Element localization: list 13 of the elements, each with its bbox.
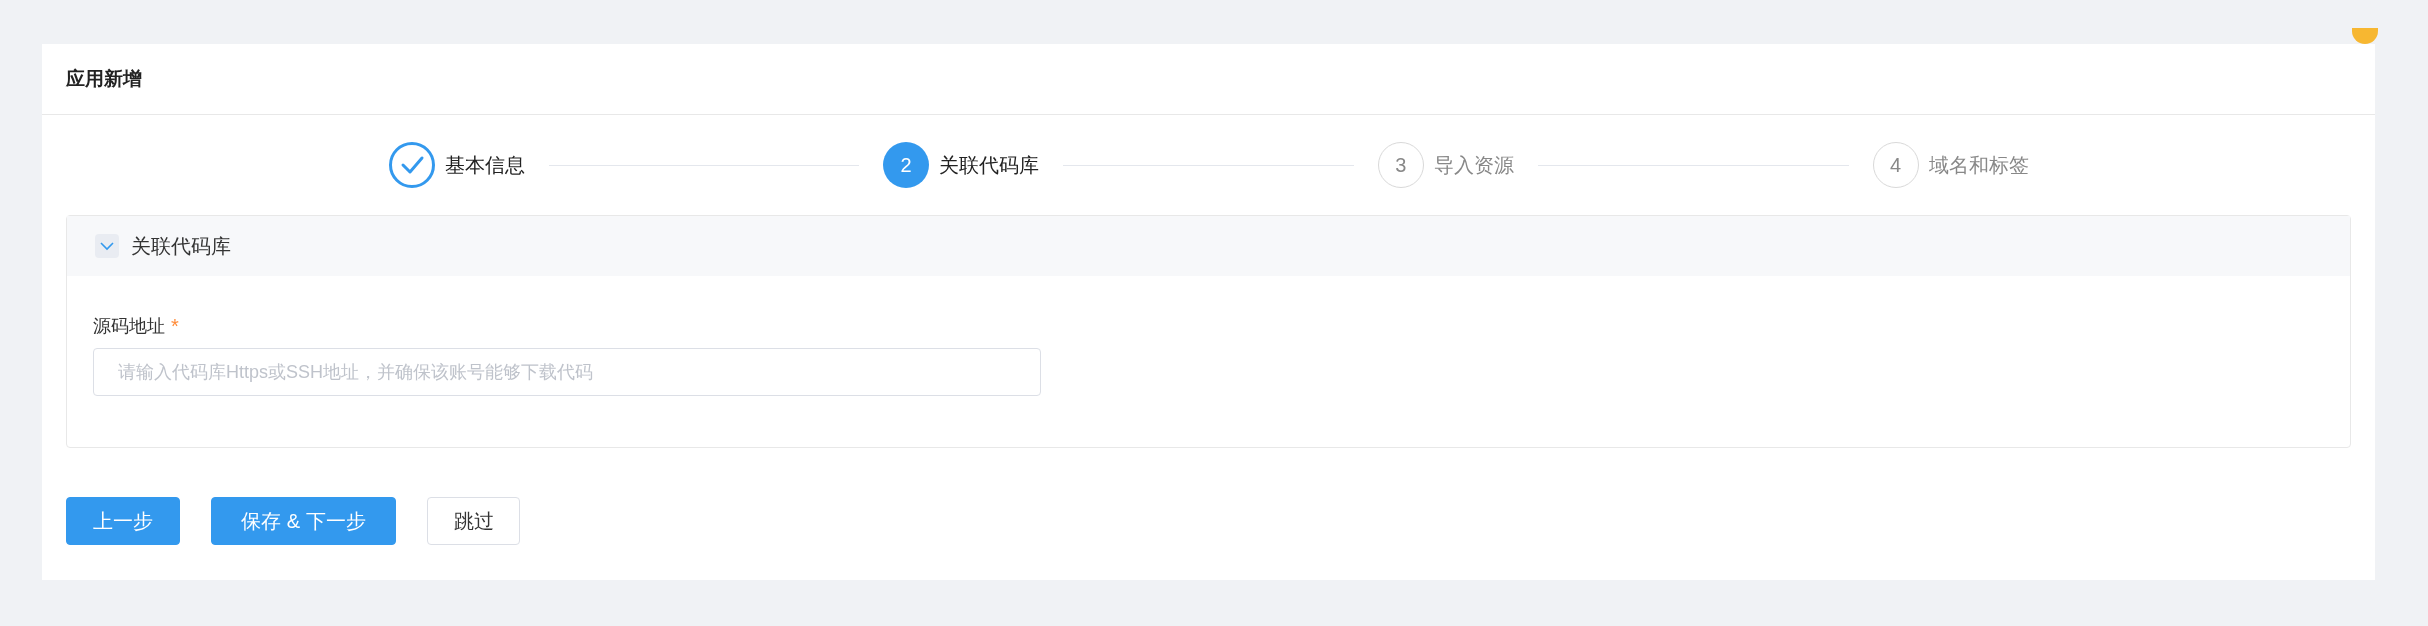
step-label: 导入资源 xyxy=(1433,153,1514,178)
chevron-icon[interactable] xyxy=(95,234,119,258)
step-label: 域名和标签 xyxy=(1928,153,2029,178)
field-label: 源码地址 xyxy=(93,314,165,338)
step-label: 基本信息 xyxy=(444,153,525,178)
step-button[interactable]: 上一步 xyxy=(66,497,180,545)
step-button[interactable]: 保存 & 下一步 xyxy=(211,497,396,545)
step-label: 关联代码库 xyxy=(939,153,1040,178)
step-button[interactable]: 跳过 xyxy=(427,497,520,545)
input-field[interactable]: 请输入代码库Https或SSH地址，并确保该账号能够下载代码 xyxy=(93,348,1041,396)
required-mark: * xyxy=(171,314,179,339)
page-title: 应用新增 xyxy=(66,66,142,91)
panel-title: 关联代码库 xyxy=(131,234,231,259)
